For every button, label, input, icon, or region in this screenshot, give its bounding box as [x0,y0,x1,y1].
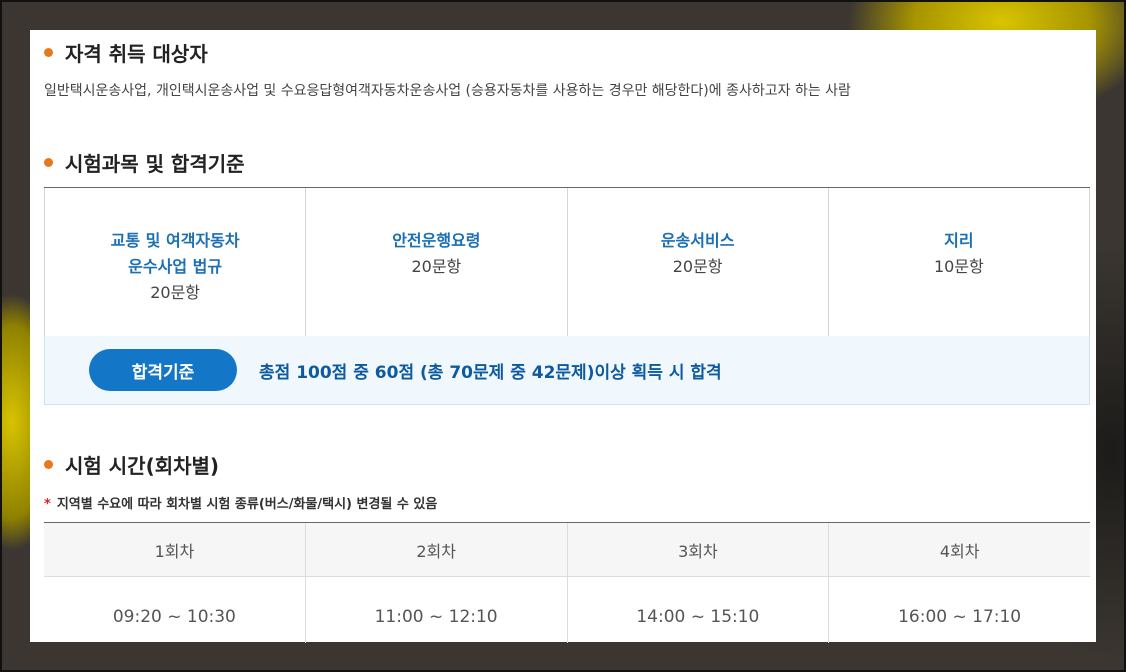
schedule-table: 1회차 2회차 3회차 4회차 09:20 ~ 10:30 11:00 ~ 12… [44,522,1090,643]
subject-table: 교통 및 여객자동차 운수사업 법규 20문항 안전운행요령 20문항 운송서비… [44,187,1090,337]
pass-criteria-box: 합격기준 총점 100점 중 60점 (총 70문제 중 42문제)이상 획득 … [44,336,1090,405]
schedule-note: * 지역별 수요에 따라 회차별 시험 종류(버스/화물/택시) 변경될 수 있음 [44,493,437,512]
session-time: 16:00 ~ 17:10 [898,607,1022,627]
pass-criteria-text: 총점 100점 중 60점 (총 70문제 중 42문제)이상 획득 시 합격 [259,362,722,383]
subject-name-line2: 운수사업 법규 [128,257,223,276]
subject-count: 20문항 [411,257,462,276]
asterisk-icon: * [44,497,51,512]
bullet-icon [44,158,53,167]
session-time: 09:20 ~ 10:30 [44,577,306,643]
schedule-heading: 시험 시간(회차별) [44,450,219,479]
session-label: 2회차 [305,523,568,577]
session-time: 14:00 ~ 15:10 [568,577,830,643]
subject-cell: 운송서비스 20문항 [567,188,829,337]
session-label: 3회차 [567,523,830,577]
content-card: 자격 취득 대상자 일반택시운송사업, 개인택시운송사업 및 수요응답형여객자동… [30,30,1096,643]
eligibility-title: 자격 취득 대상자 [65,42,208,66]
subject-cell: 지리 10문항 [828,188,1090,337]
schedule-note-text: 지역별 수요에 따라 회차별 시험 종류(버스/화물/택시) 변경될 수 있음 [56,497,438,512]
subject-name: 안전운행요령 [392,231,481,250]
subject-count: 20문항 [150,283,201,302]
subject-count: 10문항 [933,257,984,276]
bullet-icon [44,48,53,57]
table-header-row: 1회차 2회차 3회차 4회차 [44,523,1090,577]
table-row: 09:20 ~ 10:30 11:00 ~ 12:10 14:00 ~ 15:1… [44,577,1090,643]
schedule-title: 시험 시간(회차별) [65,454,220,478]
eligibility-description: 일반택시운송사업, 개인택시운송사업 및 수요응답형여객자동차운송사업 (승용자… [44,83,851,99]
session-label: 1회차 [44,523,306,577]
bullet-icon [44,460,53,469]
eligibility-heading: 자격 취득 대상자 [44,38,208,67]
subjects-heading: 시험과목 및 합격기준 [44,148,245,177]
subject-cell: 안전운행요령 20문항 [306,188,568,337]
session-label: 4회차 [829,523,1090,577]
subject-name: 운송서비스 [660,231,735,250]
subject-count: 20문항 [672,257,723,276]
subject-name: 지리 [944,231,974,250]
subject-name: 교통 및 여객자동차 [110,231,240,250]
subjects-title: 시험과목 및 합격기준 [65,152,245,176]
pass-criteria-badge: 합격기준 [89,349,237,391]
subject-cell: 교통 및 여객자동차 운수사업 법규 20문항 [44,188,307,337]
session-time: 11:00 ~ 12:10 [306,577,568,643]
